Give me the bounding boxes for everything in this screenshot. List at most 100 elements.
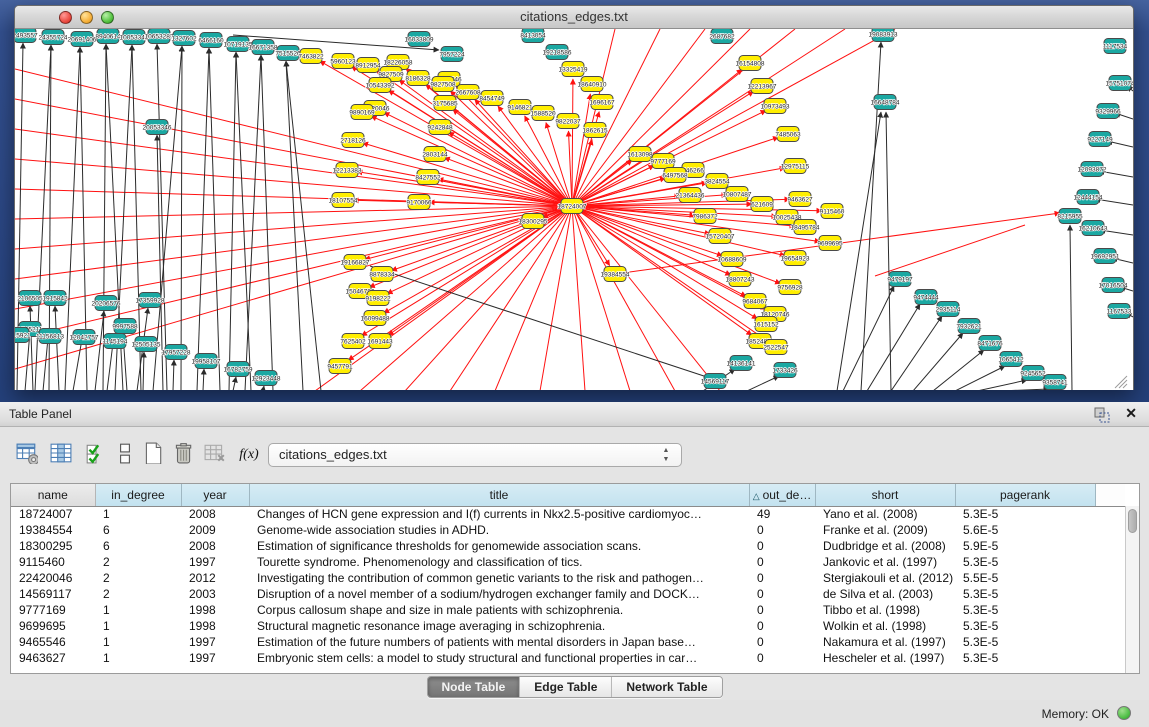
graph-node[interactable]: 2667608 <box>455 85 481 100</box>
graph-node[interactable]: 10653287 <box>145 29 174 44</box>
column-header-pagerank[interactable]: pagerank <box>955 484 1095 506</box>
cell-filler[interactable] <box>1095 634 1125 650</box>
graph-node[interactable]: 20691406 <box>68 32 97 47</box>
cell-pagerank[interactable]: 5.3E-5 <box>955 618 1095 634</box>
graph-node[interactable]: 1915842 <box>42 291 68 306</box>
graph-node[interactable]: 19083913 <box>869 29 898 42</box>
graph-node[interactable]: 12042757 <box>70 330 99 345</box>
graph-node[interactable]: 9699695 <box>817 236 843 251</box>
column-header-title[interactable]: title <box>249 484 749 506</box>
cell-pagerank[interactable]: 5.3E-5 <box>955 506 1095 522</box>
graph-node[interactable]: 9242848 <box>427 120 453 135</box>
table-row[interactable]: 969969511998Structural magnetic resonanc… <box>11 618 1125 634</box>
graph-node[interactable]: 18107554 <box>329 193 358 208</box>
graph-node[interactable]: 19218586 <box>543 45 572 60</box>
cell-title[interactable]: Changes of HCN gene expression and I(f) … <box>249 506 749 522</box>
cell-name[interactable]: 18300295 <box>11 538 95 554</box>
cell-short[interactable]: Nakamura et al. (1997) <box>815 634 955 650</box>
column-header-name[interactable]: name <box>11 484 95 506</box>
graph-node[interactable]: 12923448 <box>252 371 281 386</box>
cell-year[interactable]: 2009 <box>181 522 249 538</box>
graph-node[interactable]: 14569117 <box>701 374 730 389</box>
graph-node[interactable]: 1167533 <box>1107 304 1132 319</box>
cell-in_degree[interactable]: 2 <box>95 570 181 586</box>
tab-node-table[interactable]: Node Table <box>427 677 520 697</box>
cell-in_degree[interactable]: 6 <box>95 538 181 554</box>
delete-table-icon[interactable] <box>170 441 196 467</box>
graph-node[interactable]: 12975115 <box>781 159 810 174</box>
cell-name[interactable]: 18724007 <box>11 506 95 522</box>
cell-short[interactable]: Franke et al. (2009) <box>815 522 955 538</box>
graph-node[interactable]: 1691443 <box>367 334 393 349</box>
graph-node[interactable]: 1117534 <box>1103 39 1128 54</box>
cell-name[interactable]: 9699695 <box>11 618 95 634</box>
delete-column-icon[interactable] <box>202 441 228 467</box>
graph-node[interactable]: 16099488 <box>361 311 390 326</box>
graph-node[interactable]: 9227149 <box>1087 132 1113 147</box>
graph-node[interactable]: 15751074 <box>1106 76 1133 91</box>
cell-filler[interactable] <box>1095 586 1125 602</box>
column-header-out_de…[interactable]: △out_de… <box>749 484 815 506</box>
graph-node[interactable]: 9479197 <box>887 272 913 287</box>
cell-out_de…[interactable]: 0 <box>749 602 815 618</box>
scrollbar-thumb[interactable] <box>1128 509 1137 533</box>
cell-pagerank[interactable]: 5.5E-5 <box>955 570 1095 586</box>
table-row[interactable]: 2242004622012Investigating the contribut… <box>11 570 1125 586</box>
graph-node[interactable]: 1733426 <box>772 363 798 378</box>
graph-node[interactable]: 18807243 <box>726 272 755 287</box>
cell-filler[interactable] <box>1095 554 1125 570</box>
graph-node[interactable]: 7932621 <box>956 319 982 334</box>
graph-node[interactable]: 7485063 <box>775 127 801 142</box>
graph-node[interactable]: 5960123 <box>330 54 356 69</box>
cell-out_de…[interactable]: 0 <box>749 650 815 666</box>
citation-graph[interactable]: 2493557243557242069140689406141005334210… <box>15 29 1133 390</box>
table-row[interactable]: 1872400712008Changes of HCN gene express… <box>11 506 1125 522</box>
graph-node[interactable]: 16648784 <box>871 95 900 110</box>
cell-short[interactable]: de Silva et al. (2003) <box>815 586 955 602</box>
cell-short[interactable]: Jankovic et al. (1997) <box>815 554 955 570</box>
graph-node[interactable]: 18495784 <box>791 220 820 235</box>
cell-in_degree[interactable]: 1 <box>95 506 181 522</box>
graph-node[interactable]: 18724007 <box>558 199 587 214</box>
graph-node[interactable]: 8215955 <box>1057 209 1083 224</box>
float-window-icon[interactable] <box>1093 406 1111 424</box>
graph-node[interactable]: 7957224 <box>439 47 465 62</box>
cell-filler[interactable] <box>1095 618 1125 634</box>
cell-year[interactable]: 2003 <box>181 586 249 602</box>
graph-node[interactable]: 9170066 <box>406 195 432 210</box>
graph-node[interactable]: 24355724 <box>39 30 68 45</box>
graph-node[interactable]: 21364436 <box>676 188 705 203</box>
graph-node[interactable]: 6466160 <box>198 33 224 48</box>
cell-name[interactable]: 14569117 <box>11 586 95 602</box>
cell-out_de…[interactable]: 0 <box>749 538 815 554</box>
graph-node[interactable]: 10543392 <box>366 78 395 93</box>
graph-node[interactable]: 9146821 <box>507 100 533 115</box>
graph-node[interactable]: 19958107 <box>192 354 221 369</box>
graph-node[interactable]: 12093872 <box>1078 162 1107 177</box>
cell-title[interactable]: Disruption of a novel member of a sodium… <box>249 586 749 602</box>
graph-node[interactable]: 9198222 <box>365 291 391 306</box>
cell-out_de…[interactable]: 49 <box>749 506 815 522</box>
network-canvas[interactable]: 2493557243557242069140689406141005334210… <box>15 29 1133 390</box>
graph-node[interactable]: 12213383 <box>333 163 362 178</box>
cell-title[interactable]: Embryonic stem cells: a model to study s… <box>249 650 749 666</box>
graph-node[interactable]: 1862615 <box>582 123 608 138</box>
graph-node[interactable]: 10973493 <box>761 99 790 114</box>
graph-node[interactable]: 2718126 <box>340 133 366 148</box>
graph-node[interactable]: 17359928 <box>136 293 165 308</box>
cell-filler[interactable] <box>1095 506 1125 522</box>
table-row[interactable]: 1456911722003Disruption of a novel membe… <box>11 586 1125 602</box>
graph-node[interactable]: 16210643 <box>1079 221 1108 236</box>
cell-title[interactable]: Genome-wide association studies in ADHD. <box>249 522 749 538</box>
cell-title[interactable]: Estimation of significance thresholds fo… <box>249 538 749 554</box>
column-header-in_degree[interactable]: in_degree <box>95 484 181 506</box>
cell-short[interactable]: Dudbridge et al. (2008) <box>815 538 955 554</box>
graph-node[interactable]: 19654923 <box>781 251 810 266</box>
cell-filler[interactable] <box>1095 650 1125 666</box>
cell-year[interactable]: 1997 <box>181 554 249 570</box>
table-row[interactable]: 977716911998Corpus callosum shape and si… <box>11 602 1125 618</box>
cell-out_de…[interactable]: 0 <box>749 570 815 586</box>
function-builder-icon[interactable]: f(x) <box>236 441 262 467</box>
close-panel-icon[interactable]: ✕ <box>1125 405 1137 422</box>
graph-node[interactable]: 8454749 <box>479 91 505 106</box>
